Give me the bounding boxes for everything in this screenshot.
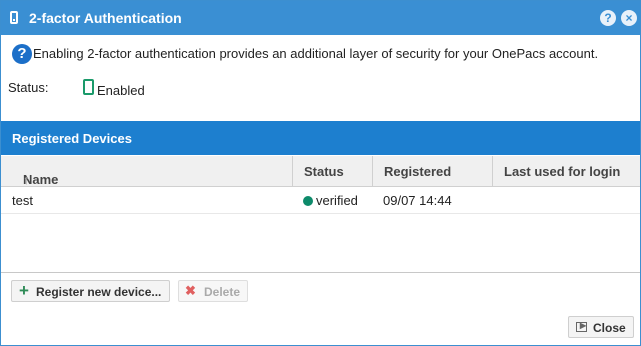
devices-grid: Name ↑ Status Registered Last used for l… <box>1 156 640 273</box>
column-header-last-used[interactable]: Last used for login <box>492 156 640 187</box>
sort-ascending-icon: ↑ <box>23 172 30 187</box>
mobile-phone-icon <box>83 79 94 95</box>
delete-button[interactable]: ✖ Delete <box>178 280 248 302</box>
column-registered-label: Registered <box>384 164 452 179</box>
cell-name: test <box>12 193 33 208</box>
dialog-titlebar[interactable]: 2-factor Authentication ? × <box>1 1 640 35</box>
phone-icon <box>10 11 18 24</box>
column-header-registered[interactable]: Registered <box>372 156 492 187</box>
delete-icon: ✖ <box>185 283 196 298</box>
help-icon[interactable]: ? <box>600 10 616 26</box>
close-icon[interactable]: × <box>621 10 637 26</box>
register-new-device-button[interactable]: + Register new device... <box>11 280 170 302</box>
plus-icon: + <box>19 281 29 300</box>
column-status-label: Status <box>304 164 344 179</box>
column-last-used-label: Last used for login <box>504 164 621 179</box>
status-label: Status: <box>8 80 49 95</box>
exit-icon <box>576 318 587 332</box>
info-text: Enabling 2-factor authentication provide… <box>33 46 599 61</box>
close-button-label: Close <box>593 321 626 335</box>
two-factor-dialog: 2-factor Authentication ? × ? Enabling 2… <box>0 0 641 346</box>
cell-status: verified <box>303 193 358 208</box>
register-button-label: Register new device... <box>36 285 162 299</box>
cell-status-text: verified <box>316 193 358 208</box>
status-text: Enabled <box>97 83 145 98</box>
delete-button-label: Delete <box>204 285 241 299</box>
column-header-name[interactable]: Name ↑ <box>1 156 292 187</box>
cell-registered: 09/07 14:44 <box>383 193 452 208</box>
registered-devices-header: Registered Devices <box>1 121 640 155</box>
close-button[interactable]: Close <box>568 316 634 338</box>
column-header-status[interactable]: Status <box>292 156 372 187</box>
verified-status-icon <box>303 196 313 206</box>
panel-title: Registered Devices <box>12 131 132 146</box>
table-row[interactable]: test verified 09/07 14:44 <box>1 187 640 214</box>
dialog-title: 2-factor Authentication <box>29 10 182 26</box>
question-icon: ? <box>12 44 32 64</box>
